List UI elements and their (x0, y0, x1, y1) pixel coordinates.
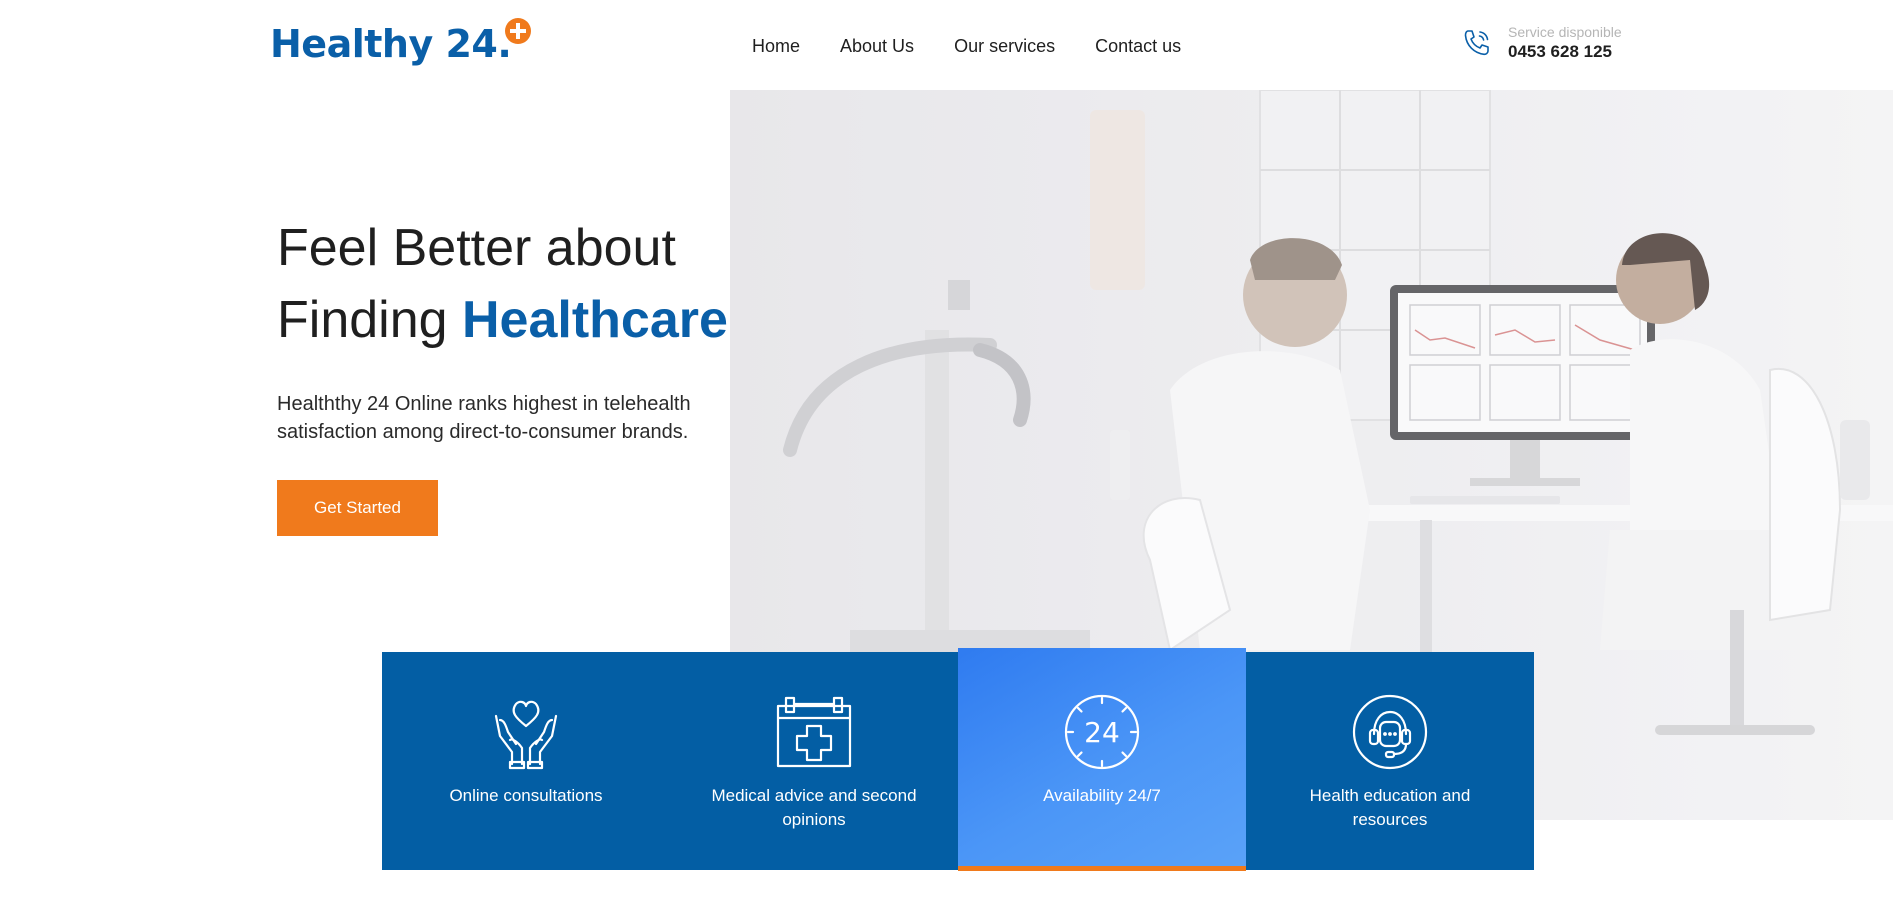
headset-support-icon (1352, 694, 1428, 770)
service-online-consultations[interactable]: Online consultations (382, 652, 670, 870)
service-label: Online consultations (449, 786, 603, 805)
clock-24-icon: 24 (1064, 694, 1140, 770)
medical-kit-icon (776, 696, 852, 768)
nav-home[interactable]: Home (752, 36, 800, 57)
service-medical-advice[interactable]: Medical advice and second opinions (670, 652, 958, 870)
brand-name: Healthy 24. (270, 22, 512, 66)
get-started-button[interactable]: Get Started (277, 480, 438, 536)
hero-title-line1: Feel Better about (277, 219, 676, 277)
main-nav: Home About Us Our services Contact us (752, 36, 1181, 57)
site-header: Healthy 24. Home About Us Our services C… (0, 0, 1893, 90)
nav-our-services[interactable]: Our services (954, 36, 1055, 57)
services-strip: Online consultations Medical advice and … (382, 648, 1534, 871)
service-health-education[interactable]: Health education and resources (1246, 652, 1534, 870)
contact-phone-number[interactable]: 0453 628 125 (1508, 42, 1622, 62)
hands-heart-icon (494, 700, 558, 770)
medical-cross-icon (505, 18, 532, 44)
service-label: Medical advice and second opinions (711, 786, 917, 829)
hero-title-accent: Healthcare (462, 291, 728, 349)
hero-title-line2-plain: Finding (277, 291, 462, 349)
nav-contact-us[interactable]: Contact us (1095, 36, 1181, 57)
service-availability-24-7[interactable]: 24 Availability 24/7 (958, 648, 1246, 871)
contact-text: Service disponible 0453 628 125 (1508, 24, 1622, 62)
clock-24-text: 24 (1084, 716, 1120, 749)
nav-about-us[interactable]: About Us (840, 36, 914, 57)
service-label: Availability 24/7 (1043, 786, 1161, 805)
contact-block[interactable]: Service disponible 0453 628 125 (1460, 24, 1622, 62)
contact-label: Service disponible (1508, 24, 1622, 40)
service-label: Health education and resources (1309, 786, 1471, 829)
brand-logo[interactable]: Healthy 24. (270, 18, 532, 66)
phone-icon (1464, 30, 1489, 56)
hero-description: Healththy 24 Online ranks highest in tel… (277, 393, 691, 443)
hero-title: Feel Better about Finding Healthcare (277, 212, 728, 356)
